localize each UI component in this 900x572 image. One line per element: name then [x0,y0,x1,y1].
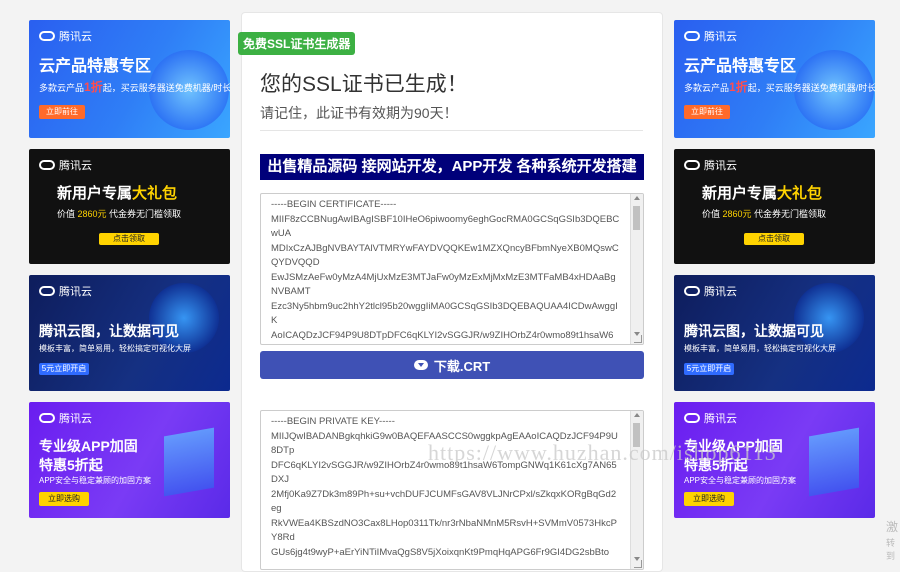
ad-new-user-gift-right[interactable]: 腾讯云 新用户专属大礼包 价值 2860元 代金券无门槛领取 点击领取 [674,149,875,264]
ad-subtitle: 价值 2860元 代金券无门槛领取 [702,209,827,219]
cloud-icon [39,31,55,41]
resize-handle-icon[interactable] [634,335,642,343]
download-crt-button[interactable]: 下载.CRT [260,351,644,379]
ad-go-button[interactable]: 立即前往 [684,105,730,119]
validity-notice: 请记住，此证书有效期为90天！ [260,105,458,121]
cloud-icon [39,160,55,170]
tencent-cloud-logo: 腾讯云 [39,157,92,173]
certificate-text: -----BEGIN CERTIFICATE----- MIIF8zCCBNug… [271,199,620,341]
ad-start-button[interactable]: 5元立即开启 [39,363,89,375]
logo-text: 腾讯云 [704,286,737,298]
ad-title: 专业级APP加固 [39,438,138,454]
side-text-goto: 转到 [886,538,896,561]
ad-title-2: 特惠5折起 [39,457,103,473]
scrollbar[interactable] [630,411,643,569]
watermark: https://www.huzhan.com/ishop6113 [428,440,777,465]
ad-go-button[interactable]: 立即前往 [39,105,85,119]
ad-subtitle: APP安全与稳定兼顾的加固方案 [39,476,152,485]
cloud-download-icon [413,360,428,370]
ad-subtitle: 多款云产品1折起，买云服务器送免费机器/时长 [684,80,875,94]
private-key-text: -----BEGIN PRIVATE KEY----- MIIJQwIBADAN… [271,416,618,558]
private-key-textarea[interactable]: -----BEGIN PRIVATE KEY----- MIIJQwIBADAN… [260,410,644,570]
logo-text: 腾讯云 [59,286,92,298]
tencent-cloud-logo: 腾讯云 [684,410,737,426]
ad-data-visual-right[interactable]: 腾讯云 腾讯云图，让数据可见 模板丰富，简单易用，轻松搞定可视化大屏 5元立即开… [674,275,875,391]
ad-title: 腾讯云图，让数据可见 [39,323,179,339]
ad-subtitle: 模板丰富，简单易用，轻松搞定可视化大屏 [39,344,191,353]
ad-new-user-gift-left[interactable]: 腾讯云 新用户专属大礼包 价值 2860元 代金券无门槛领取 点击领取 [29,149,230,264]
resize-handle-icon[interactable] [634,560,642,568]
ad-subtitle: 价值 2860元 代金券无门槛领取 [57,209,182,219]
ad-buy-button[interactable]: 立即选购 [684,492,734,506]
ad-cloud-products-right[interactable]: 腾讯云 云产品特惠专区 多款云产品1折起，买云服务器送免费机器/时长 立即前往 [674,20,875,138]
ssl-generator-tag: 免费SSL证书生成器 [238,32,356,55]
ad-subtitle: APP安全与稳定兼顾的加固方案 [684,476,797,485]
ad-title: 云产品特惠专区 [39,58,152,75]
scroll-thumb[interactable] [633,206,640,230]
cloud-icon [684,160,700,170]
ad-subtitle: 模板丰富，简单易用，轻松搞定可视化大屏 [684,344,836,353]
ad-start-button[interactable]: 5元立即开启 [684,363,734,375]
cloud-icon [684,286,700,296]
logo-text: 腾讯云 [704,413,737,425]
tencent-cloud-logo: 腾讯云 [39,28,92,44]
cloud-icon [684,31,700,41]
logo-text: 腾讯云 [59,31,92,43]
side-text-activate: 激 [886,520,899,534]
ad-claim-button[interactable]: 点击领取 [99,233,159,245]
ad-data-visual-left[interactable]: 腾讯云 腾讯云图，让数据可见 模板丰富，简单易用，轻松搞定可视化大屏 5元立即开… [29,275,230,391]
ad-claim-button[interactable]: 点击领取 [744,233,804,245]
ad-title: 新用户专属大礼包 [57,185,178,202]
tencent-cloud-logo: 腾讯云 [684,157,737,173]
ad-cloud-products-left[interactable]: 腾讯云 云产品特惠专区 多款云产品1折起，买云服务器送免费机器/时长 立即前往 [29,20,230,138]
shield-graphic [164,427,214,497]
ad-title: 腾讯云图，让数据可见 [684,323,824,339]
tencent-cloud-logo: 腾讯云 [39,283,92,299]
ad-buy-button[interactable]: 立即选购 [39,492,89,506]
scroll-up-icon[interactable] [634,196,640,200]
scroll-up-icon[interactable] [634,413,640,417]
tencent-cloud-logo: 腾讯云 [39,410,92,426]
logo-text: 腾讯云 [59,413,92,425]
download-crt-label: 下载.CRT [433,358,491,374]
divider [260,130,643,131]
scrollbar[interactable] [630,194,643,344]
cloud-icon [39,286,55,296]
page-title: 您的SSL证书已生成！ [260,73,468,96]
certificate-textarea[interactable]: -----BEGIN CERTIFICATE----- MIIF8zCCBNug… [260,193,644,345]
ad-app-hardening-left[interactable]: 腾讯云 专业级APP加固 特惠5折起 APP安全与稳定兼顾的加固方案 立即选购 [29,402,230,518]
shield-graphic [809,427,859,497]
cloud-icon [39,413,55,423]
ad-title: 云产品特惠专区 [684,58,797,75]
logo-text: 腾讯云 [704,31,737,43]
tencent-cloud-logo: 腾讯云 [684,28,737,44]
tencent-cloud-logo: 腾讯云 [684,283,737,299]
cloud-icon [684,413,700,423]
ad-title: 新用户专属大礼包 [702,185,823,202]
logo-text: 腾讯云 [59,160,92,172]
ad-subtitle: 多款云产品1折起，买云服务器送免费机器/时长 [39,80,230,94]
promo-banner[interactable]: 出售精品源码 接网站开发，APP开发 各种系统开发搭建 [260,154,644,180]
logo-text: 腾讯云 [704,160,737,172]
